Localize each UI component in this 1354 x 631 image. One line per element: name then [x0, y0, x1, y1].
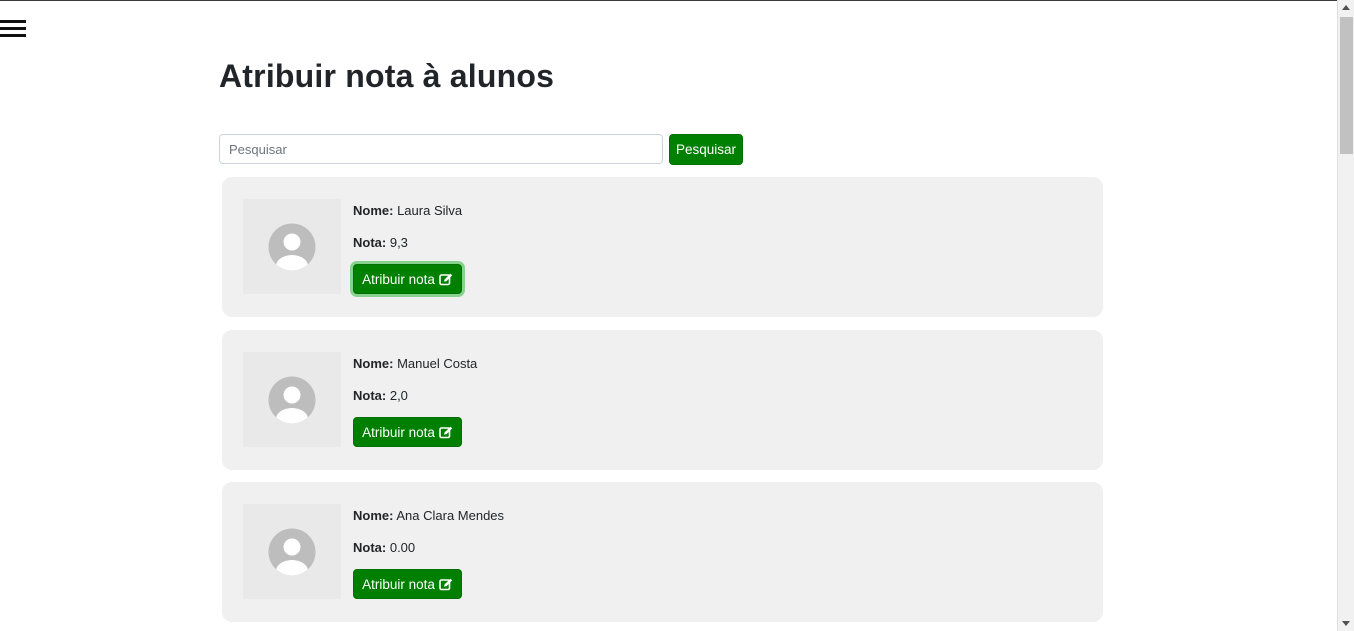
- assign-grade-label: Atribuir nota: [362, 271, 435, 287]
- assign-grade-button[interactable]: Atribuir nota: [353, 569, 462, 599]
- student-card: Nome: Manuel Costa Nota: 2,0 Atribuir no…: [222, 330, 1103, 470]
- name-label: Nome:: [353, 508, 394, 523]
- menu-bar: [0, 34, 26, 37]
- assign-grade-label: Atribuir nota: [362, 576, 435, 592]
- student-grade: 2,0: [389, 388, 408, 403]
- menu-bar: [0, 27, 26, 30]
- search-button[interactable]: Pesquisar: [669, 134, 743, 165]
- grade-label: Nota:: [353, 235, 387, 250]
- menu-bar: [0, 20, 26, 23]
- name-label: Nome:: [353, 356, 394, 371]
- student-name: Ana Clara Mendes: [396, 508, 505, 523]
- scroll-up-arrow-icon[interactable]: [1342, 5, 1350, 10]
- edit-icon: [439, 578, 453, 590]
- hamburger-menu-icon[interactable]: [0, 20, 27, 40]
- user-avatar-icon: [268, 376, 316, 424]
- search-input[interactable]: [219, 134, 663, 164]
- student-grade: 0.00: [389, 540, 416, 555]
- student-grade: 9,3: [389, 235, 408, 250]
- student-grade-line: Nota: 2,0: [353, 388, 408, 403]
- scrollbar-thumb[interactable]: [1340, 17, 1353, 154]
- user-avatar-icon: [268, 528, 316, 576]
- student-name-line: Nome: Manuel Costa: [353, 356, 477, 371]
- page-title: Atribuir nota à alunos: [219, 58, 555, 94]
- avatar: [243, 199, 341, 294]
- vertical-scrollbar[interactable]: [1337, 0, 1354, 631]
- student-grade-line: Nota: 0.00: [353, 540, 415, 555]
- student-name-line: Nome: Ana Clara Mendes: [353, 508, 504, 523]
- name-label: Nome:: [353, 203, 394, 218]
- assign-grade-button[interactable]: Atribuir nota: [353, 264, 462, 294]
- assign-grade-label: Atribuir nota: [362, 424, 435, 440]
- student-card: Nome: Laura Silva Nota: 9,3 Atribuir not…: [222, 177, 1103, 317]
- edit-icon: [439, 426, 453, 438]
- student-grade-line: Nota: 9,3: [353, 235, 408, 250]
- avatar: [243, 352, 341, 447]
- student-card: Nome: Ana Clara Mendes Nota: 0.00 Atribu…: [222, 482, 1103, 622]
- avatar: [243, 504, 341, 599]
- student-name: Manuel Costa: [397, 356, 478, 371]
- grade-label: Nota:: [353, 540, 387, 555]
- user-avatar-icon: [268, 223, 316, 271]
- edit-icon: [439, 273, 453, 285]
- assign-grade-button[interactable]: Atribuir nota: [353, 417, 462, 447]
- window-top-border: [0, 0, 1354, 1]
- student-name: Laura Silva: [397, 203, 463, 218]
- scroll-down-arrow-icon[interactable]: [1342, 621, 1350, 626]
- student-name-line: Nome: Laura Silva: [353, 203, 462, 218]
- grade-label: Nota:: [353, 388, 387, 403]
